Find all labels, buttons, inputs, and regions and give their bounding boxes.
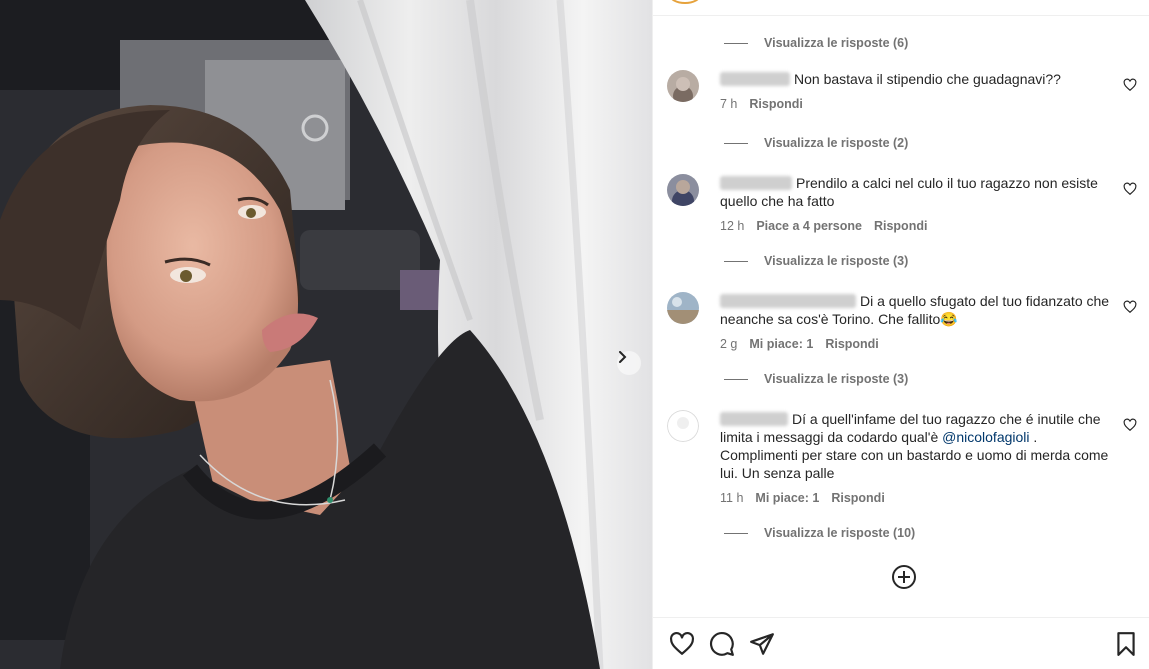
comment-body: Prendilo a calci nel culo il tuo ragazzo…: [720, 174, 1110, 235]
reply-button[interactable]: Rispondi: [749, 95, 802, 113]
comment-meta: 2 g Mi piace: 1 Rispondi: [720, 335, 1110, 353]
selfie-image: [0, 0, 652, 669]
username-blurred[interactable]: [720, 176, 792, 190]
avatar[interactable]: [667, 292, 699, 324]
view-replies-button[interactable]: Visualizza le risposte (3): [724, 370, 908, 388]
comments-panel: Visualizza le risposte (6) Non bastava i…: [652, 0, 1149, 669]
avatar[interactable]: [667, 410, 699, 442]
heart-icon[interactable]: [669, 631, 695, 657]
view-replies-label: Visualizza le risposte (2): [764, 136, 909, 150]
view-replies-button[interactable]: Visualizza le risposte (2): [724, 134, 908, 152]
view-replies-button[interactable]: Visualizza le risposte (10): [724, 524, 915, 542]
reply-button[interactable]: Rispondi: [831, 489, 884, 507]
heart-icon[interactable]: [1123, 182, 1137, 196]
comment-body: Non bastava il stipendio che guadagnavi?…: [720, 70, 1110, 113]
heart-icon[interactable]: [1123, 78, 1137, 92]
comment-body: Dí a quell'infame del tuo ragazzo che é …: [720, 410, 1110, 507]
comment-time: 12 h: [720, 219, 745, 233]
username-blurred[interactable]: [720, 294, 856, 308]
comment-meta: 7 h Rispondi: [720, 95, 1110, 113]
replies-line: [724, 142, 748, 144]
avatar-image: [667, 70, 699, 102]
header-divider: [653, 15, 1149, 16]
comment-body: Di a quello sfugato del tuo fidanzato ch…: [720, 292, 1110, 353]
likes-count[interactable]: Piace a 4 persone: [756, 217, 862, 235]
view-replies-label: Visualizza le risposte (6): [764, 36, 909, 50]
bookmark-icon[interactable]: [1113, 631, 1139, 657]
plus-circle-icon[interactable]: [891, 564, 917, 590]
heart-icon[interactable]: [1123, 418, 1137, 432]
laughing-emoji: 😂: [940, 311, 958, 327]
comment-meta: 11 h Mi piace: 1 Rispondi: [720, 489, 1110, 507]
mention-link[interactable]: @nicolofagioli: [942, 429, 1029, 445]
comment-time: 11 h: [720, 491, 744, 505]
likes-count[interactable]: Mi piace: 1: [749, 335, 813, 353]
avatar-image: [667, 174, 699, 206]
view-replies-label: Visualizza le risposte (10): [764, 526, 916, 540]
view-replies-button[interactable]: Visualizza le risposte (3): [724, 252, 908, 270]
post-photo: [0, 0, 652, 669]
username-blurred[interactable]: [720, 72, 790, 86]
replies-line: [724, 42, 748, 44]
avatar-image: [667, 292, 699, 324]
reply-button[interactable]: Rispondi: [874, 217, 927, 235]
reply-button[interactable]: Rispondi: [825, 335, 878, 353]
actions-divider: [653, 617, 1149, 618]
view-replies-label: Visualizza le risposte (3): [764, 254, 909, 268]
comment-icon[interactable]: [709, 631, 735, 657]
replies-line: [724, 532, 748, 534]
carousel-next-button[interactable]: [617, 351, 641, 375]
author-avatar[interactable]: [669, 0, 701, 4]
heart-icon[interactable]: [1123, 300, 1137, 314]
replies-line: [724, 260, 748, 262]
likes-count[interactable]: Mi piace: 1: [755, 489, 819, 507]
avatar-image: [667, 410, 699, 442]
chevron-right-icon: [619, 351, 627, 363]
username-blurred[interactable]: [720, 412, 788, 426]
comment-time: 7 h: [720, 97, 738, 111]
avatar[interactable]: [667, 174, 699, 206]
comment-meta: 12 h Piace a 4 persone Rispondi: [720, 217, 1110, 235]
comment-text: Non bastava il stipendio che guadagnavi?…: [794, 71, 1061, 87]
comment-time: 2 g: [720, 337, 738, 351]
avatar[interactable]: [667, 70, 699, 102]
replies-line: [724, 378, 748, 380]
view-replies-button[interactable]: Visualizza le risposte (6): [724, 34, 908, 52]
view-replies-label: Visualizza le risposte (3): [764, 372, 909, 386]
send-icon[interactable]: [749, 631, 775, 657]
